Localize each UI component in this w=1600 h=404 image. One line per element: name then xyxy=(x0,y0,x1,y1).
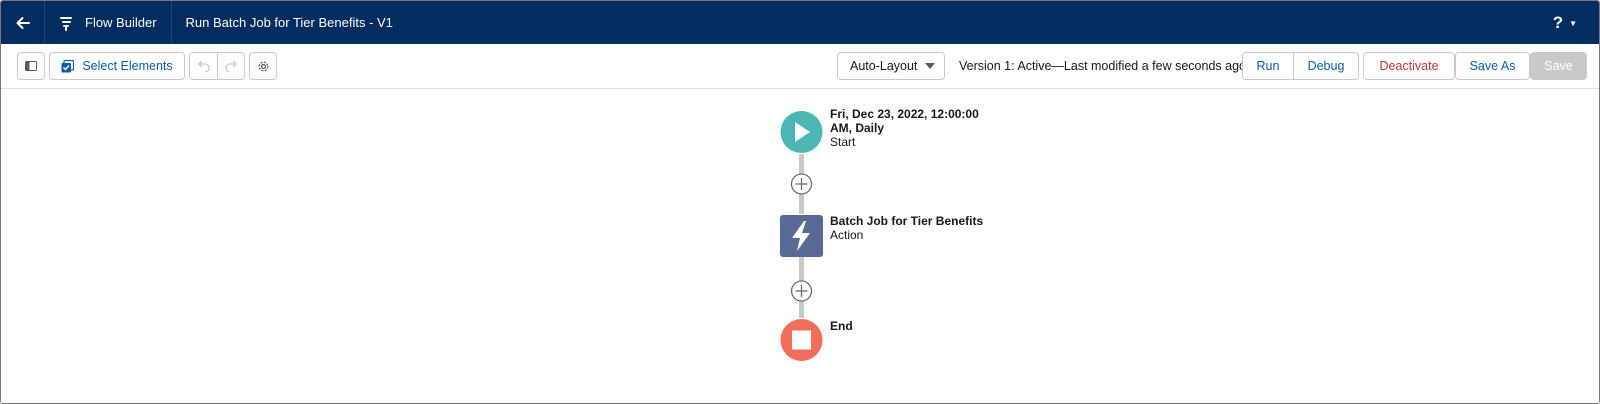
settings-gear-icon xyxy=(258,61,268,71)
start-node-label: Fri, Dec 23, 2022, 12:00:00 AM, Daily St… xyxy=(830,107,979,149)
action-node[interactable] xyxy=(780,215,823,257)
toolbar: Select Elements xyxy=(1,44,1599,89)
action-node-label: Batch Job for Tier Benefits Action xyxy=(830,214,983,242)
version-status: Version 1: Active—Last modified a few se… xyxy=(959,59,1246,73)
undo-icon xyxy=(197,60,210,72)
action-node-type: Action xyxy=(830,228,864,242)
app-name-block: Flow Builder xyxy=(45,1,172,44)
dropdown-caret-icon xyxy=(925,63,935,69)
flow-diagram xyxy=(780,111,823,361)
flow-builder-window: Flow Builder Run Batch Job for Tier Bene… xyxy=(0,0,1600,404)
undo-button[interactable] xyxy=(190,53,217,79)
deactivate-button[interactable]: Deactivate xyxy=(1363,52,1455,80)
toggle-panel-icon xyxy=(25,61,37,71)
redo-icon xyxy=(225,60,237,72)
add-element-button-1[interactable] xyxy=(790,173,813,195)
start-schedule-line1: Fri, Dec 23, 2022, 12:00:00 xyxy=(830,107,979,121)
end-node[interactable] xyxy=(780,319,823,361)
start-node-type: Start xyxy=(830,135,856,149)
select-elements-button[interactable]: Select Elements xyxy=(49,52,185,80)
select-elements-icon xyxy=(61,59,75,72)
action-node-name: Batch Job for Tier Benefits xyxy=(830,214,984,228)
app-header: Flow Builder Run Batch Job for Tier Bene… xyxy=(1,1,1599,44)
end-node-name: End xyxy=(830,319,853,333)
settings-button[interactable] xyxy=(249,52,277,80)
start-node[interactable] xyxy=(780,111,823,153)
end-node-label: End xyxy=(830,319,853,333)
run-debug-group: Run Debug xyxy=(1242,52,1359,80)
app-name: Flow Builder xyxy=(85,15,157,30)
save-as-button[interactable]: Save As xyxy=(1455,52,1530,80)
back-button[interactable] xyxy=(1,1,45,44)
toggle-panel-button[interactable] xyxy=(17,52,45,80)
flow-canvas: Fri, Dec 23, 2022, 12:00:00 AM, Daily St… xyxy=(1,90,1599,403)
undo-redo-group xyxy=(189,52,245,80)
layout-select-value: Auto-Layout xyxy=(850,59,918,73)
flow-icon xyxy=(60,16,72,31)
layout-select[interactable]: Auto-Layout xyxy=(837,52,945,80)
stop-icon xyxy=(792,330,811,350)
redo-button[interactable] xyxy=(217,53,244,79)
add-element-button-2[interactable] xyxy=(790,280,813,302)
run-button[interactable]: Run xyxy=(1243,53,1293,79)
debug-button[interactable]: Debug xyxy=(1293,53,1358,79)
back-arrow-icon xyxy=(16,16,30,29)
help-icon: ? xyxy=(1552,13,1564,32)
chevron-down-icon: ▼ xyxy=(1569,18,1577,28)
start-schedule-line2: AM, Daily xyxy=(830,121,885,135)
save-button[interactable]: Save xyxy=(1530,52,1587,80)
select-elements-label: Select Elements xyxy=(82,59,173,73)
help-menu[interactable]: ? ▼ xyxy=(1553,13,1577,33)
flow-title: Run Batch Job for Tier Benefits - V1 xyxy=(185,15,393,30)
